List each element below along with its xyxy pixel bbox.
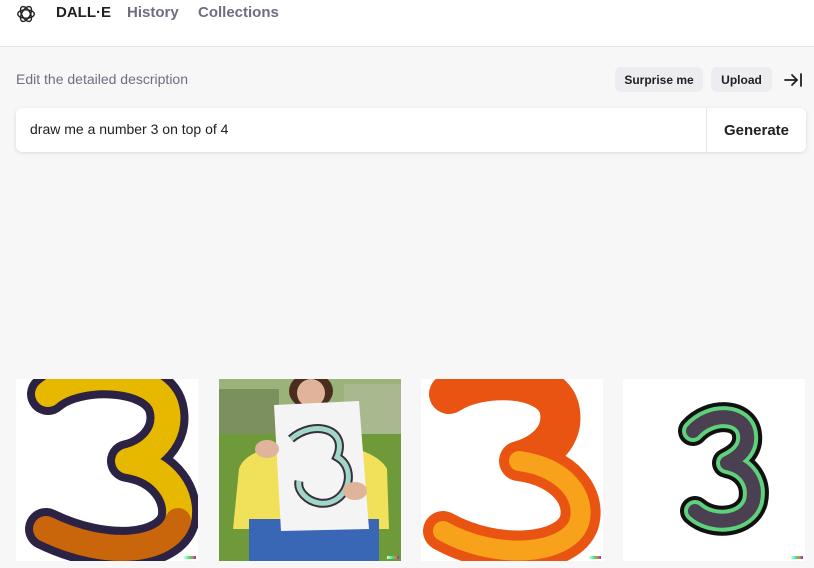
collapse-sidebar-icon[interactable]	[783, 71, 803, 89]
top-navigation: DALL·E History Collections	[0, 0, 814, 47]
nav-dalle[interactable]: DALL·E	[56, 4, 111, 21]
prompt-input[interactable]: draw me a number 3 on top of 4	[30, 121, 700, 137]
nav-collections[interactable]: Collections	[198, 4, 279, 21]
upload-button[interactable]: Upload	[711, 67, 772, 92]
result-image-2[interactable]	[219, 379, 401, 561]
openai-logo-icon[interactable]	[15, 3, 37, 25]
prompt-hint: Edit the detailed description	[16, 71, 188, 87]
signature-mark	[589, 556, 601, 559]
prompt-bar: draw me a number 3 on top of 4 Generate	[16, 108, 806, 152]
surprise-me-button[interactable]: Surprise me	[615, 67, 703, 92]
signature-mark	[791, 556, 803, 559]
result-image-1[interactable]	[16, 379, 198, 561]
signature-mark	[387, 556, 399, 559]
generate-button[interactable]: Generate	[707, 108, 806, 152]
signature-mark	[184, 556, 196, 559]
result-image-3[interactable]	[421, 379, 603, 561]
result-image-4[interactable]	[623, 379, 805, 561]
nav-history[interactable]: History	[127, 4, 179, 21]
